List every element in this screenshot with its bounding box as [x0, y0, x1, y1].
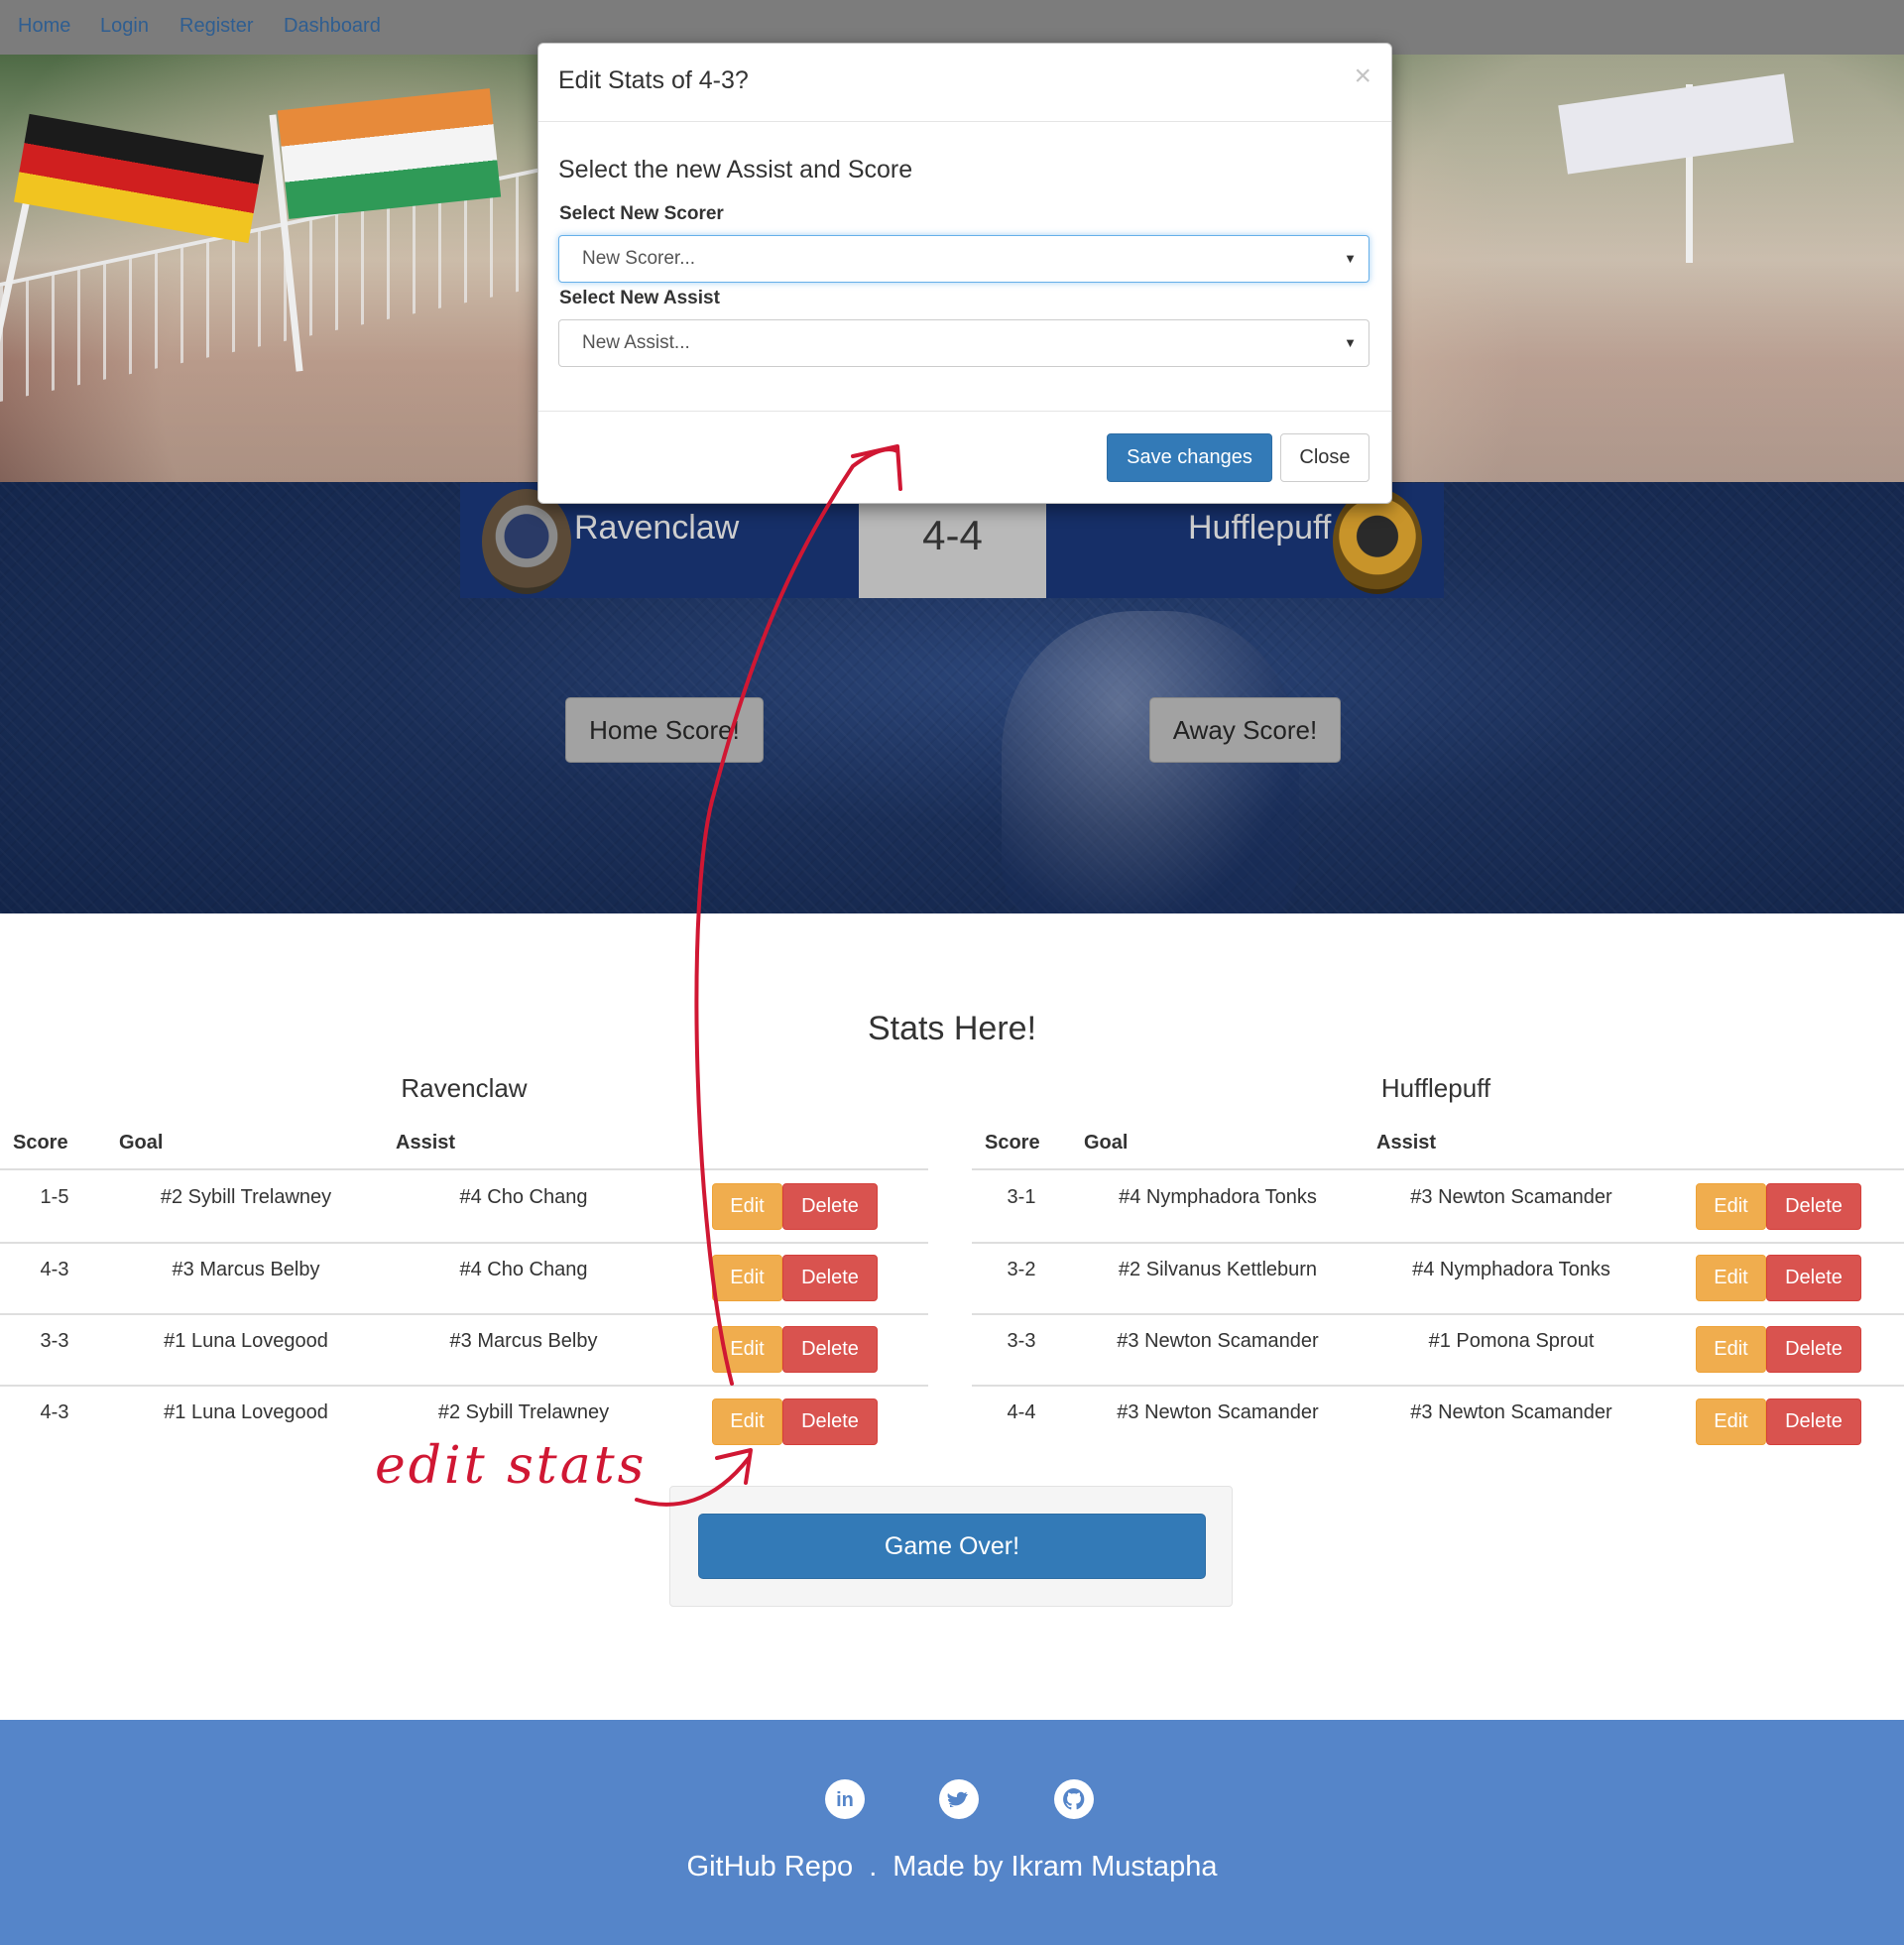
svg-text:in: in [836, 1789, 854, 1811]
assist-select[interactable]: New Assist... ▼ [558, 319, 1369, 367]
column-header-goal: Goal [1084, 1132, 1129, 1154]
game-over-button[interactable]: Game Over! [698, 1514, 1206, 1579]
nav-link-dashboard[interactable]: Dashboard [284, 15, 381, 38]
row-assist: #4 Cho Chang [459, 1259, 588, 1280]
delete-button[interactable]: Delete [782, 1183, 878, 1230]
row-divider [0, 1242, 928, 1244]
stats-title: Stats Here! [867, 1010, 1037, 1047]
row-score: 4-3 [40, 1401, 69, 1423]
flag-ireland [277, 88, 502, 219]
assist-label: Select New Assist [559, 288, 720, 308]
nav-link-login[interactable]: Login [100, 15, 149, 38]
modal-header-divider [538, 121, 1391, 122]
chevron-down-icon: ▼ [1344, 251, 1357, 266]
edit-button[interactable]: Edit [712, 1183, 782, 1230]
nav-link-home[interactable]: Home [18, 15, 70, 38]
row-assist: #4 Nymphadora Tonks [1412, 1259, 1610, 1280]
nav-link-register[interactable]: Register [179, 15, 253, 38]
edit-button[interactable]: Edit [1696, 1183, 1766, 1230]
row-divider [972, 1313, 1904, 1315]
delete-button[interactable]: Delete [1766, 1398, 1861, 1445]
row-score: 4-3 [40, 1259, 69, 1280]
short-arrow-head [715, 1448, 753, 1485]
github-repo-link[interactable]: GitHub Repo [687, 1851, 854, 1883]
edit-stats-modal: Edit Stats of 4-3? × Select the new Assi… [537, 43, 1392, 504]
edit-button[interactable]: Edit [712, 1255, 782, 1301]
delete-button[interactable]: Delete [782, 1255, 878, 1301]
row-goal: #2 Silvanus Kettleburn [1118, 1259, 1318, 1280]
row-assist: #4 Cho Chang [459, 1186, 588, 1208]
column-header-score: Score [985, 1132, 1040, 1154]
linkedin-icon[interactable]: in [825, 1779, 865, 1819]
edit-button[interactable]: Edit [1696, 1255, 1766, 1301]
ravenclaw-crest-icon [482, 489, 571, 594]
footer-separator: . [869, 1851, 878, 1883]
game-over-panel: Game Over! [669, 1486, 1233, 1607]
delete-button[interactable]: Delete [1766, 1255, 1861, 1301]
row-assist: #1 Pomona Sprout [1428, 1330, 1595, 1352]
row-goal: #3 Marcus Belby [172, 1259, 320, 1280]
close-button[interactable]: Close [1280, 433, 1369, 482]
row-score: 3-2 [1007, 1259, 1036, 1280]
row-assist: #3 Newton Scamander [1410, 1401, 1612, 1423]
away-score-button[interactable]: Away Score! [1149, 697, 1341, 763]
edit-button[interactable]: Edit [1696, 1398, 1766, 1445]
save-changes-button[interactable]: Save changes [1107, 433, 1272, 482]
row-divider [0, 1385, 928, 1387]
row-goal: #1 Luna Lovegood [164, 1401, 328, 1423]
modal-subtitle: Select the new Assist and Score [558, 156, 913, 183]
away-stats-team: Hufflepuff [1380, 1073, 1491, 1103]
column-header-goal: Goal [119, 1132, 164, 1154]
modal-title: Edit Stats of 4-3? [558, 66, 749, 94]
row-score: 3-3 [1007, 1330, 1036, 1352]
home-stats-team: Ravenclaw [401, 1073, 528, 1103]
chevron-down-icon: ▼ [1344, 335, 1357, 350]
table-divider [0, 1168, 928, 1170]
delete-button[interactable]: Delete [782, 1398, 878, 1445]
edit-button[interactable]: Edit [712, 1326, 782, 1373]
column-header-assist: Assist [1376, 1132, 1437, 1154]
delete-button[interactable]: Delete [1766, 1183, 1861, 1230]
home-team-name: Ravenclaw [574, 509, 740, 547]
row-goal: #3 Newton Scamander [1117, 1330, 1319, 1352]
scorer-select-value: New Scorer... [582, 248, 696, 269]
row-assist: #2 Sybill Trelawney [437, 1401, 610, 1423]
edit-button[interactable]: Edit [1696, 1326, 1766, 1373]
row-divider [972, 1385, 1904, 1387]
row-score: 4-4 [1007, 1401, 1036, 1423]
edit-button[interactable]: Edit [712, 1398, 782, 1445]
delete-button[interactable]: Delete [782, 1326, 878, 1373]
row-score: 3-3 [40, 1330, 69, 1352]
scorer-label: Select New Scorer [559, 203, 724, 224]
footer-text: GitHub Repo. Made by Ikram Mustapha [0, 1851, 1904, 1884]
annotation-text: edit stats [375, 1436, 648, 1496]
row-score: 1-5 [40, 1186, 69, 1208]
twitter-icon[interactable] [939, 1779, 979, 1819]
footer-credit: Made by Ikram Mustapha [892, 1851, 1218, 1883]
scorer-select[interactable]: New Scorer... ▼ [558, 235, 1369, 283]
delete-button[interactable]: Delete [1766, 1326, 1861, 1373]
column-header-assist: Assist [396, 1132, 456, 1154]
modal-footer-divider [538, 411, 1391, 412]
row-goal: #3 Newton Scamander [1117, 1401, 1319, 1423]
row-score: 3-1 [1007, 1186, 1036, 1208]
assist-select-value: New Assist... [582, 332, 690, 353]
column-header-score: Score [13, 1132, 68, 1154]
row-goal: #1 Luna Lovegood [164, 1330, 328, 1352]
row-goal: #4 Nymphadora Tonks [1119, 1186, 1317, 1208]
row-divider [0, 1313, 928, 1315]
hufflepuff-crest-icon [1333, 489, 1422, 594]
row-divider [972, 1242, 1904, 1244]
row-goal: #2 Sybill Trelawney [160, 1186, 332, 1208]
row-assist: #3 Marcus Belby [449, 1330, 598, 1352]
close-icon[interactable]: × [1354, 61, 1371, 91]
footer: in GitHub Repo. Made by Ikram Mustapha [0, 1720, 1904, 1945]
table-divider [972, 1168, 1904, 1170]
away-team-name: Hufflepuff [1188, 509, 1332, 547]
home-score-button[interactable]: Home Score! [565, 697, 764, 763]
row-assist: #3 Newton Scamander [1410, 1186, 1612, 1208]
github-icon[interactable] [1054, 1779, 1094, 1819]
